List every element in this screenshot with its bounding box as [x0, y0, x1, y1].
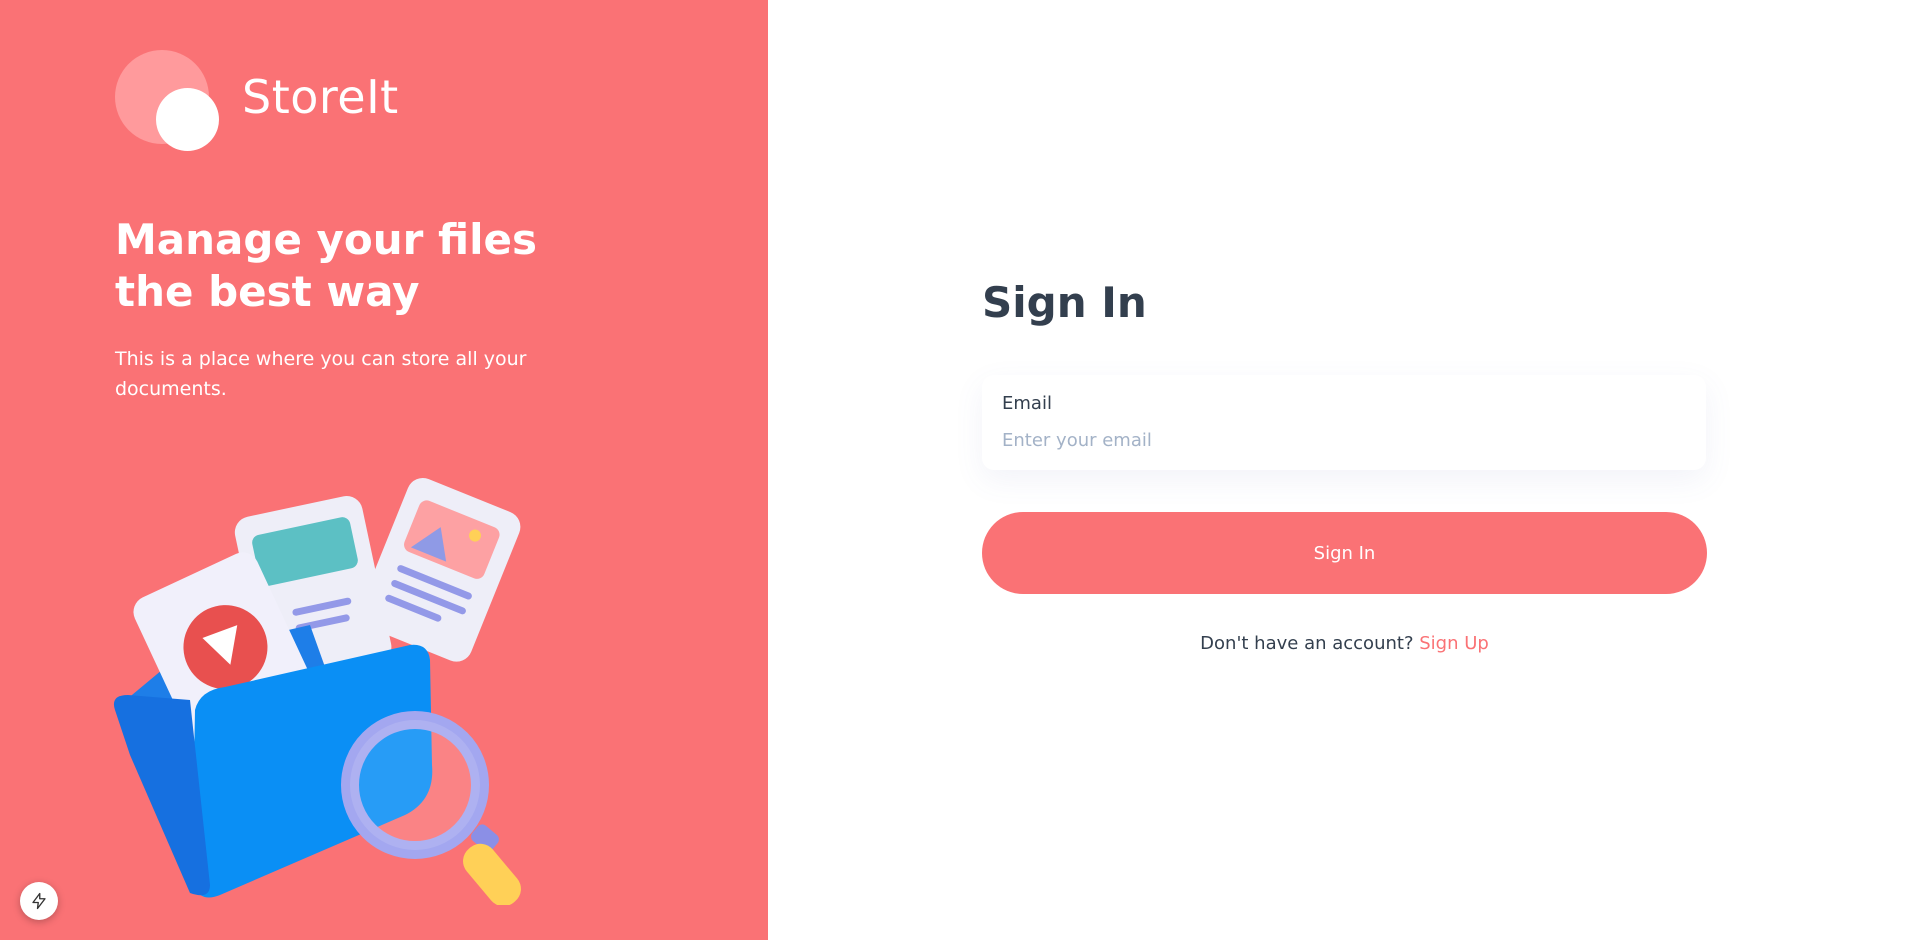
hero-subtext: This is a place where you can store all …	[115, 348, 527, 400]
dev-tools-button[interactable]	[20, 882, 58, 920]
logo-wordmark: StoreIt	[242, 70, 399, 124]
logo: StoreIt	[115, 50, 435, 152]
signin-title: Sign In	[982, 278, 1147, 327]
signup-prompt: Don't have an account? Sign Up	[982, 633, 1707, 654]
lightning-icon	[32, 892, 46, 910]
signup-prompt-text: Don't have an account?	[1200, 633, 1414, 654]
auth-panel	[768, 0, 1920, 940]
logo-mark-icon	[115, 50, 219, 152]
folder-files-illustration	[110, 455, 550, 907]
signup-link[interactable]: Sign Up	[1419, 633, 1489, 654]
hero-headline: Manage your files the best way	[115, 215, 538, 316]
email-field[interactable]: Email	[982, 375, 1706, 470]
email-label: Email	[1002, 393, 1052, 414]
signin-button[interactable]: Sign In	[982, 512, 1707, 594]
brand-panel: StoreIt Manage your files the best way T…	[0, 0, 768, 940]
email-input[interactable]	[1002, 425, 1682, 455]
